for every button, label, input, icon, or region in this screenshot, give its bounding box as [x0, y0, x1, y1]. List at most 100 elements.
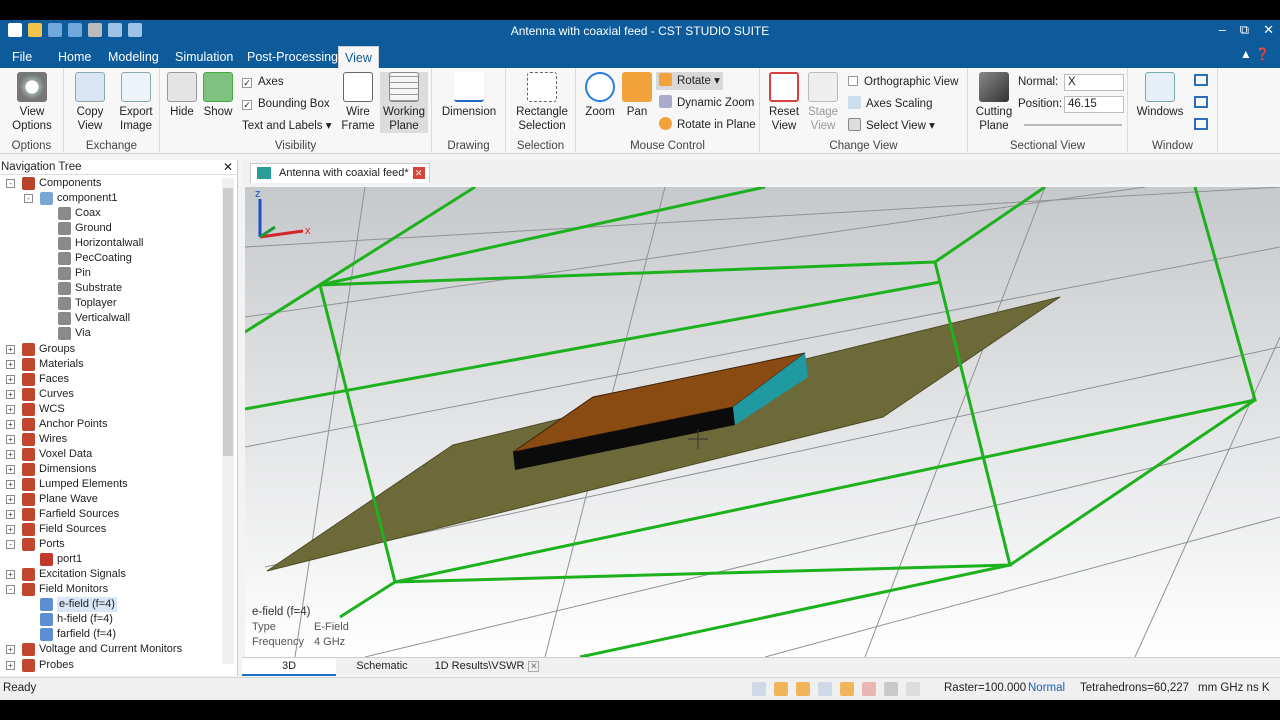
tree-item[interactable]: - Ports: [0, 537, 222, 552]
expand-icon[interactable]: +: [6, 404, 15, 414]
expand-icon[interactable]: +: [6, 389, 15, 399]
tab-schematic[interactable]: Schematic: [342, 658, 422, 676]
view-options-button[interactable]: View Options: [2, 72, 62, 133]
tree-item[interactable]: Coax: [0, 206, 222, 221]
dynamic-zoom-icon[interactable]: [818, 682, 832, 696]
tree-item[interactable]: + Faces: [0, 372, 222, 387]
expand-icon[interactable]: +: [6, 510, 15, 520]
windows-button[interactable]: Windows: [1134, 72, 1186, 119]
select-view-dropdown[interactable]: Select View ▾: [848, 117, 935, 135]
tree-item[interactable]: h-field (f=4): [0, 612, 222, 627]
cube-icon[interactable]: [906, 682, 920, 696]
dimension-button[interactable]: Dimension: [438, 72, 500, 119]
normal-select[interactable]: X: [1064, 74, 1124, 91]
axes-checkbox[interactable]: ✓ Axes: [242, 73, 284, 91]
tree-item[interactable]: + Groups: [0, 342, 222, 357]
rotate-icon[interactable]: [796, 682, 810, 696]
orthographic-view-checkbox[interactable]: Orthographic View: [848, 73, 958, 91]
tree-item[interactable]: Via: [0, 326, 222, 341]
rotate-button[interactable]: Rotate ▾: [656, 72, 723, 90]
dynamic-zoom-button[interactable]: Dynamic Zoom: [656, 94, 754, 112]
tree-item[interactable]: + Curves: [0, 387, 222, 402]
tree-scrollbar[interactable]: [222, 178, 234, 664]
expand-icon[interactable]: +: [6, 494, 15, 504]
close-tab-icon[interactable]: ✕: [412, 167, 425, 179]
tab-view[interactable]: View: [338, 46, 379, 68]
collapse-icon[interactable]: -: [24, 194, 33, 204]
tree-item[interactable]: Substrate: [0, 281, 222, 296]
tree-item[interactable]: + Wires: [0, 432, 222, 447]
document-tab[interactable]: Antenna with coaxial feed* ✕: [250, 163, 430, 183]
tree-item[interactable]: + Probes: [0, 658, 222, 673]
tree-item[interactable]: + Voltage and Current Monitors: [0, 642, 222, 657]
tree-item[interactable]: + Excitation Signals: [0, 567, 222, 582]
tree-item[interactable]: - Field Monitors: [0, 582, 222, 597]
tab-home[interactable]: Home: [52, 46, 97, 68]
expand-icon[interactable]: +: [6, 645, 15, 655]
expand-icon[interactable]: +: [6, 344, 15, 354]
close-tab-icon[interactable]: ✕: [528, 661, 540, 672]
export-image-button[interactable]: Export Image: [114, 72, 158, 133]
tree-item[interactable]: port1: [0, 552, 222, 567]
reset-view-button[interactable]: Reset View: [764, 72, 804, 133]
pan-icon[interactable]: [774, 682, 788, 696]
copy-view-button[interactable]: Copy View: [68, 72, 112, 133]
tree-item[interactable]: + Anchor Points: [0, 417, 222, 432]
expand-icon[interactable]: +: [6, 570, 15, 580]
collapse-icon[interactable]: -: [6, 585, 15, 595]
close-icon[interactable]: ✕: [1263, 22, 1274, 38]
expand-icon[interactable]: +: [6, 660, 15, 670]
minimize-icon[interactable]: –: [1219, 22, 1226, 38]
tree-item[interactable]: Verticalwall: [0, 311, 222, 326]
tab-3d[interactable]: 3D: [242, 658, 336, 676]
expand-icon[interactable]: +: [6, 525, 15, 535]
bounding-box-checkbox[interactable]: ✓ Bounding Box: [242, 95, 330, 113]
tile-vertical-icon[interactable]: [1194, 96, 1208, 108]
tree-item[interactable]: - component1: [0, 191, 222, 206]
expand-icon[interactable]: +: [6, 479, 15, 489]
tree-item[interactable]: + Dimensions: [0, 462, 222, 477]
tree-item[interactable]: Pin: [0, 266, 222, 281]
bounding-box-icon[interactable]: [884, 682, 898, 696]
tree-item[interactable]: + WCS: [0, 402, 222, 417]
expand-icon[interactable]: +: [6, 449, 15, 459]
working-plane-button[interactable]: Working Plane: [380, 72, 428, 133]
position-slider[interactable]: [1024, 124, 1122, 126]
maximize-icon[interactable]: ⧉: [1240, 22, 1249, 38]
stage-view-button[interactable]: Stage View: [804, 72, 842, 133]
tab-modeling[interactable]: Modeling: [102, 46, 165, 68]
tree-item[interactable]: Toplayer: [0, 296, 222, 311]
wire-frame-button[interactable]: Wire Frame: [338, 72, 378, 133]
tree-item[interactable]: Ground: [0, 221, 222, 236]
tree-item[interactable]: + Field Sources: [0, 522, 222, 537]
zoom-icon[interactable]: [752, 682, 766, 696]
tree-item[interactable]: + Lumped Elements: [0, 477, 222, 492]
3d-viewport[interactable]: e-field (f=4) Type E-Field Frequency 4 GHz…: [245, 187, 1280, 657]
tab-post-processing[interactable]: Post-Processing: [241, 46, 344, 68]
tree-item[interactable]: e-field (f=4): [0, 597, 222, 613]
help-icon[interactable]: ▲ ❓: [1240, 47, 1270, 61]
tab-file[interactable]: File: [6, 46, 38, 68]
rectangle-selection-button[interactable]: Rectangle Selection: [510, 72, 574, 133]
tree-item[interactable]: + Plane Wave: [0, 492, 222, 507]
expand-icon[interactable]: +: [6, 374, 15, 384]
show-button[interactable]: Show: [200, 72, 236, 119]
tree-item[interactable]: Horizontalwall: [0, 236, 222, 251]
tab-simulation[interactable]: Simulation: [169, 46, 239, 68]
tab-1d-results-vswr[interactable]: 1D Results\VSWR ✕: [432, 658, 542, 676]
close-icon[interactable]: ✕: [223, 160, 233, 174]
expand-icon[interactable]: +: [6, 419, 15, 429]
axes-scaling-button[interactable]: Axes Scaling: [848, 95, 932, 113]
text-labels-dropdown[interactable]: Text and Labels ▾: [242, 117, 332, 135]
rotate-in-plane-button[interactable]: Rotate in Plane: [656, 116, 756, 134]
tree-item[interactable]: - Components: [0, 176, 222, 191]
cascade-icon[interactable]: [1194, 118, 1208, 130]
pan-button[interactable]: Pan: [620, 72, 654, 119]
tile-horizontal-icon[interactable]: [1194, 74, 1208, 86]
position-field[interactable]: 46.15: [1064, 96, 1124, 113]
tree-item[interactable]: + Materials: [0, 357, 222, 372]
tree-item[interactable]: farfield (f=4): [0, 627, 222, 642]
cutting-plane-button[interactable]: Cutting Plane: [972, 72, 1016, 133]
collapse-icon[interactable]: -: [6, 540, 15, 550]
rotate-plane-icon[interactable]: [840, 682, 854, 696]
